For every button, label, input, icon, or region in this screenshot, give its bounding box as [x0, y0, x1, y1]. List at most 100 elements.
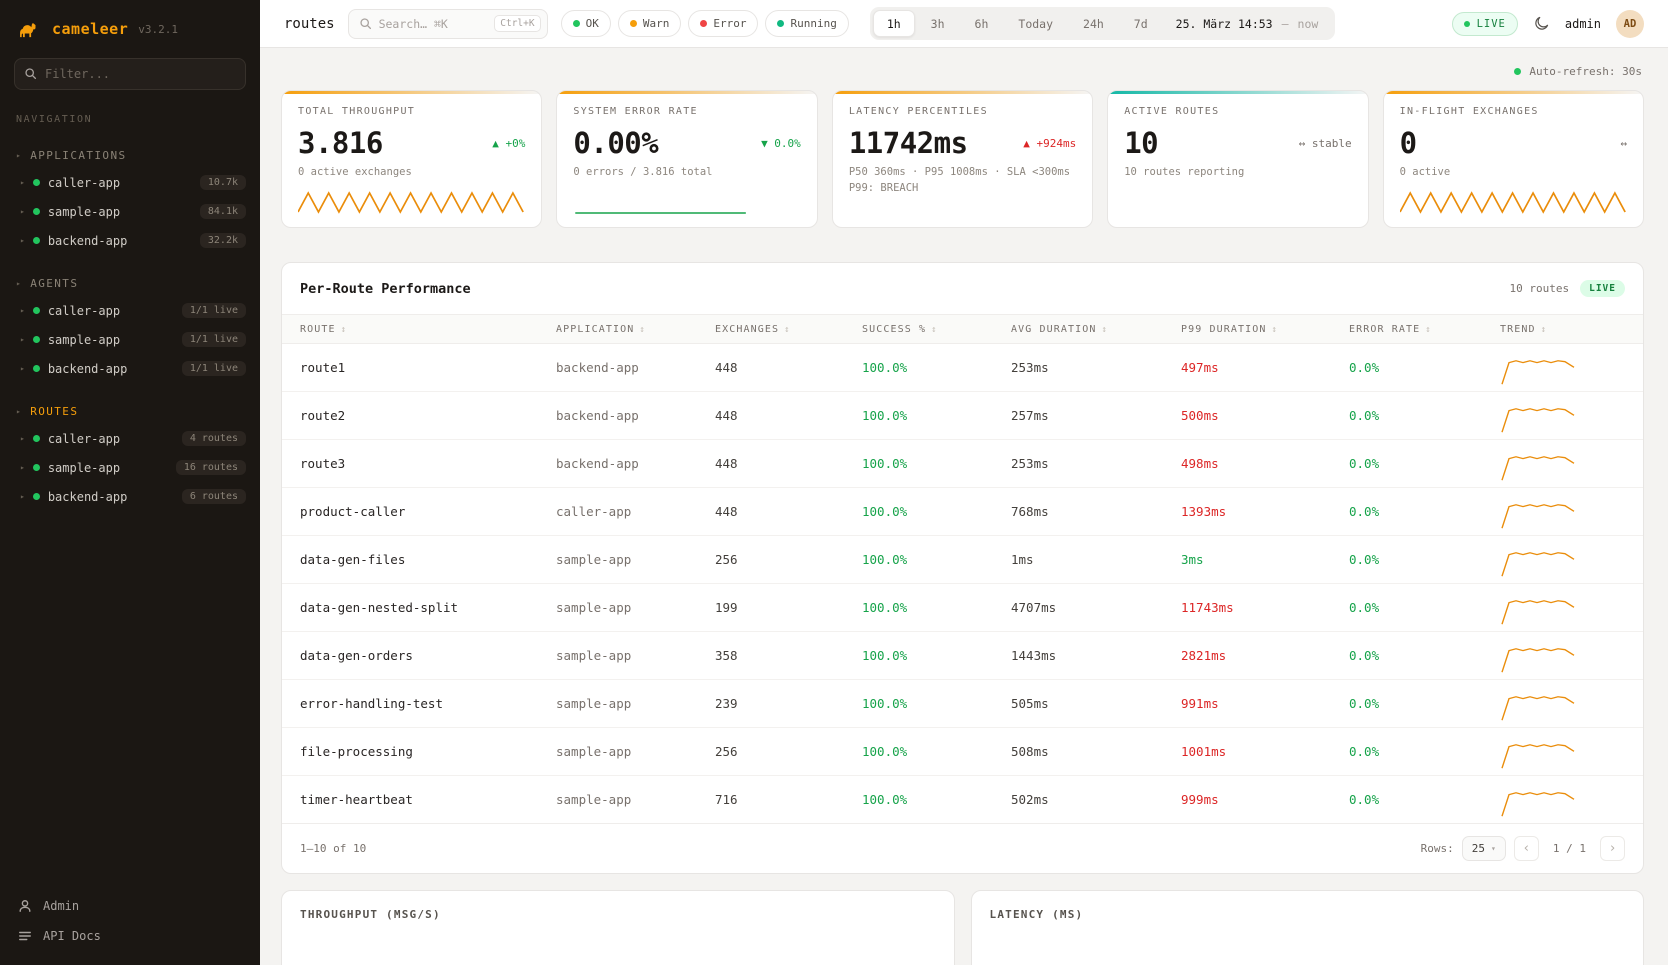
- prev-page-button[interactable]: ‹: [1514, 836, 1539, 861]
- sidebar-item-sample-app[interactable]: ▸ sample-app 84.1k: [0, 197, 260, 226]
- table-row[interactable]: data-gen-nested-split sample-app 199 100…: [282, 584, 1643, 632]
- sidebar-section-agents[interactable]: ▸ AGENTS: [0, 255, 260, 296]
- bottom-charts: THROUGHPUT (MSG/S) LATENCY (MS): [281, 890, 1644, 965]
- section-label: APPLICATIONS: [30, 149, 126, 162]
- search-input[interactable]: Search… ⌘K Ctrl+K: [348, 9, 548, 39]
- chip-error[interactable]: Error: [688, 10, 758, 37]
- kpi-delta: ▲ +0%: [492, 137, 525, 150]
- sidebar-item-routes-sample-app[interactable]: ▸ sample-app 16 routes: [0, 453, 260, 482]
- section-label: ROUTES: [30, 405, 78, 418]
- app-name: cameleer: [52, 20, 128, 38]
- route-avg: 253ms: [995, 440, 1165, 488]
- sidebar-item-api-docs[interactable]: API Docs: [18, 929, 242, 943]
- item-label: sample-app: [48, 333, 120, 347]
- route-error-rate: 0.0%: [1333, 440, 1484, 488]
- route-avg: 505ms: [995, 680, 1165, 728]
- col-route[interactable]: ROUTE↕: [282, 315, 540, 344]
- route-avg: 1443ms: [995, 632, 1165, 680]
- range-button-24h[interactable]: 24h: [1069, 10, 1118, 37]
- route-p99: 1393ms: [1165, 488, 1333, 536]
- running-dot: [777, 20, 784, 27]
- item-badge: 16 routes: [176, 460, 246, 475]
- col-success[interactable]: SUCCESS %↕: [846, 315, 995, 344]
- kpi-title: SYSTEM ERROR RATE: [573, 106, 800, 117]
- sidebar-item-caller-app[interactable]: ▸ caller-app 10.7k: [0, 168, 260, 197]
- sidebar-item-routes-backend-app[interactable]: ▸ backend-app 6 routes: [0, 482, 260, 511]
- route-success: 100.0%: [846, 632, 995, 680]
- next-page-button[interactable]: ›: [1600, 836, 1625, 861]
- table-footer: 1–10 of 10 Rows: 25 ▾ ‹ 1 / 1 ›: [282, 824, 1643, 873]
- route-name: route3: [282, 440, 540, 488]
- route-p99: 3ms: [1165, 536, 1333, 584]
- table-row[interactable]: route3 backend-app 448 100.0% 253ms 498m…: [282, 440, 1643, 488]
- theme-toggle[interactable]: [1533, 15, 1550, 32]
- route-error-rate: 0.0%: [1333, 488, 1484, 536]
- route-success: 100.0%: [846, 344, 995, 392]
- sidebar-item-agent-backend-app[interactable]: ▸ backend-app 1/1 live: [0, 354, 260, 383]
- live-dot: [1464, 21, 1470, 27]
- route-name: data-gen-files: [282, 536, 540, 584]
- range-button-6h[interactable]: 6h: [961, 10, 1003, 37]
- sidebar-item-backend-app[interactable]: ▸ backend-app 32.2k: [0, 226, 260, 255]
- table-row[interactable]: route2 backend-app 448 100.0% 257ms 500m…: [282, 392, 1643, 440]
- table-row[interactable]: product-caller caller-app 448 100.0% 768…: [282, 488, 1643, 536]
- caret-icon: ▸: [20, 335, 25, 344]
- sidebar-item-admin[interactable]: Admin: [18, 899, 242, 913]
- auto-refresh-label: Auto-refresh: 30s: [1529, 65, 1642, 78]
- error-dot: [700, 20, 707, 27]
- sidebar-section-applications[interactable]: ▸ APPLICATIONS: [0, 127, 260, 168]
- caret-icon: ▸: [20, 178, 25, 187]
- panel-title: Per-Route Performance: [300, 281, 471, 297]
- sidebar-item-routes-caller-app[interactable]: ▸ caller-app 4 routes: [0, 424, 260, 453]
- auto-refresh-indicator: Auto-refresh: 30s: [281, 48, 1644, 90]
- date-to: now: [1298, 17, 1319, 31]
- range-button-7d[interactable]: 7d: [1120, 10, 1162, 37]
- caret-icon: ▸: [20, 306, 25, 315]
- route-success: 100.0%: [846, 392, 995, 440]
- range-button-1h[interactable]: 1h: [873, 10, 915, 37]
- item-badge: 1/1 live: [182, 361, 246, 376]
- col-p99-duration[interactable]: P99 DURATION↕: [1165, 315, 1333, 344]
- table-row[interactable]: file-processing sample-app 256 100.0% 50…: [282, 728, 1643, 776]
- item-label: backend-app: [48, 362, 127, 376]
- col-error-rate[interactable]: ERROR RATE↕: [1333, 315, 1484, 344]
- search-icon: [24, 67, 37, 80]
- chip-warn[interactable]: Warn: [618, 10, 682, 37]
- col-application[interactable]: APPLICATION↕: [540, 315, 699, 344]
- route-exchanges: 448: [699, 392, 846, 440]
- chip-ok[interactable]: OK: [561, 10, 611, 37]
- col-avg-duration[interactable]: AVG DURATION↕: [995, 315, 1165, 344]
- kpi-subtext: P50 360ms · P95 1008ms · SLA <300ms: [849, 166, 1076, 178]
- table-row[interactable]: timer-heartbeat sample-app 716 100.0% 50…: [282, 776, 1643, 824]
- sidebar-filter: [14, 58, 246, 90]
- item-label: sample-app: [48, 205, 120, 219]
- sidebar-item-agent-caller-app[interactable]: ▸ caller-app 1/1 live: [0, 296, 260, 325]
- range-button-3h[interactable]: 3h: [917, 10, 959, 37]
- rows-per-page-select[interactable]: 25 ▾: [1462, 836, 1506, 861]
- table-row[interactable]: route1 backend-app 448 100.0% 253ms 497m…: [282, 344, 1643, 392]
- main-area: routes Search… ⌘K Ctrl+K OK Warn: [260, 0, 1668, 965]
- route-trend-sparkline: [1484, 392, 1643, 440]
- route-name: timer-heartbeat: [282, 776, 540, 824]
- throughput-chart-panel: THROUGHPUT (MSG/S): [281, 890, 955, 965]
- kpi-delta: ↔ stable: [1299, 137, 1352, 150]
- table-row[interactable]: data-gen-orders sample-app 358 100.0% 14…: [282, 632, 1643, 680]
- sidebar-section-routes[interactable]: ▸ ROUTES: [0, 383, 260, 424]
- avatar[interactable]: AD: [1616, 10, 1644, 38]
- col-trend[interactable]: TREND↕: [1484, 315, 1643, 344]
- col-exchanges[interactable]: EXCHANGES↕: [699, 315, 846, 344]
- kpi-title: TOTAL THROUGHPUT: [298, 106, 525, 117]
- date-range-display[interactable]: 25. März 14:53 — now: [1164, 17, 1333, 31]
- table-row[interactable]: error-handling-test sample-app 239 100.0…: [282, 680, 1643, 728]
- range-button-today[interactable]: Today: [1004, 10, 1067, 37]
- live-toggle[interactable]: LIVE: [1452, 12, 1518, 36]
- sidebar-item-agent-sample-app[interactable]: ▸ sample-app 1/1 live: [0, 325, 260, 354]
- topbar-right: LIVE admin AD: [1452, 10, 1644, 38]
- caret-icon: ▸: [16, 151, 22, 160]
- filter-input[interactable]: [14, 58, 246, 90]
- kpi-value: 11742ms: [849, 126, 968, 160]
- chip-running[interactable]: Running: [765, 10, 848, 37]
- caret-icon: ▸: [20, 434, 25, 443]
- route-trend-sparkline: [1484, 344, 1643, 392]
- table-row[interactable]: data-gen-files sample-app 256 100.0% 1ms…: [282, 536, 1643, 584]
